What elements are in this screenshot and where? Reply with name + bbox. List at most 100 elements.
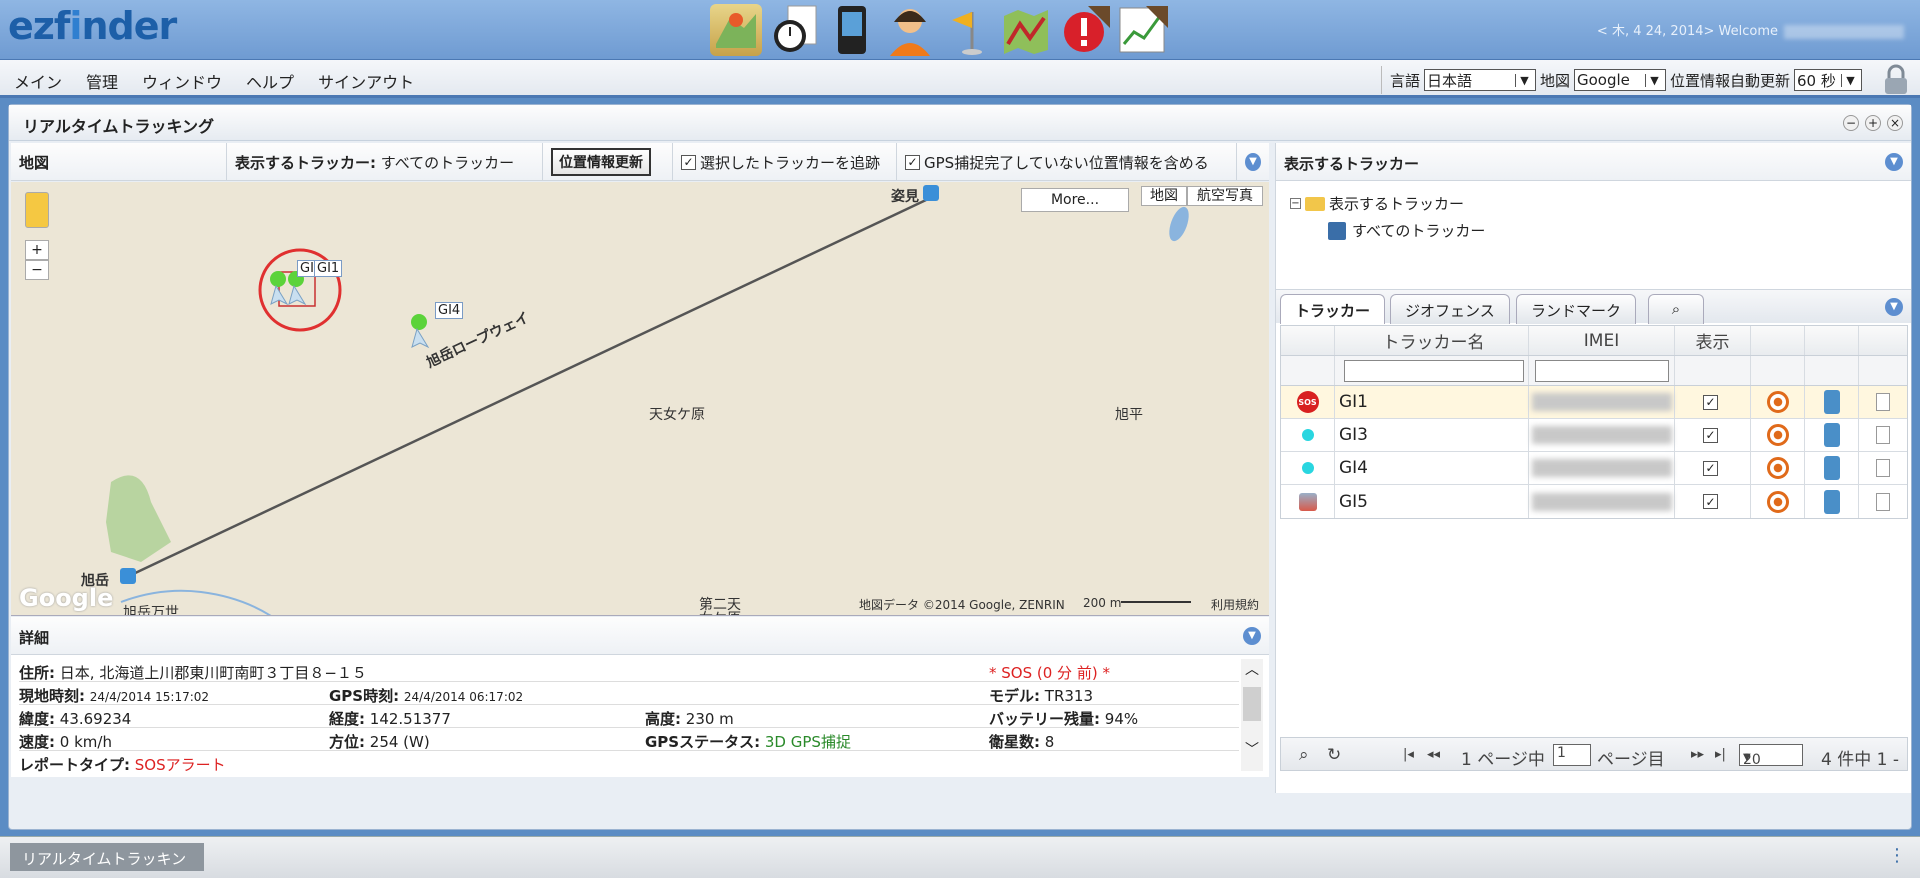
locate-target-icon[interactable] bbox=[1766, 424, 1789, 446]
zoom-in-icon[interactable]: + bbox=[25, 240, 49, 260]
include-gps-checkbox[interactable]: ✓ bbox=[905, 154, 920, 170]
tracker-table: トラッカー名 IMEI 表示 SOS GI1 ✓ GI3 ✓ GI4 ✓ GI5… bbox=[1280, 325, 1908, 519]
person-marker-icon bbox=[411, 327, 430, 349]
search-icon[interactable]: ⌕ bbox=[1648, 294, 1704, 324]
flag-icon[interactable] bbox=[942, 4, 994, 56]
column-imei[interactable]: IMEI bbox=[1529, 326, 1675, 355]
table-row[interactable]: GI4 ✓ bbox=[1281, 452, 1907, 485]
tab-geofence[interactable]: ジオフェンス bbox=[1390, 294, 1510, 324]
more-button[interactable]: More... bbox=[1021, 188, 1129, 212]
preferences: 言語 日本語 ▼ 地図 Google ▼ 位置情報自動更新 60 秒 ▼ bbox=[1380, 66, 1862, 94]
taskbar-menu-icon[interactable]: ⋮ bbox=[1888, 845, 1906, 866]
first-page-icon[interactable]: |◂ bbox=[1403, 747, 1414, 762]
note-icon[interactable] bbox=[1876, 393, 1890, 411]
map-terms-link[interactable]: 利用規約 bbox=[1211, 596, 1259, 613]
close-icon[interactable]: × bbox=[1887, 115, 1903, 131]
taskbar-realtime-tracking-button[interactable]: リアルタイムトラッキン bbox=[10, 843, 204, 871]
show-checkbox[interactable]: ✓ bbox=[1703, 394, 1718, 410]
lock-icon[interactable] bbox=[1882, 64, 1910, 96]
collapse-icon[interactable]: ▼ bbox=[1243, 627, 1261, 645]
locate-target-icon[interactable] bbox=[1766, 490, 1789, 513]
chevron-down-icon: ▼ bbox=[1514, 73, 1533, 87]
google-logo: Google bbox=[19, 584, 114, 612]
show-checkbox[interactable]: ✓ bbox=[1703, 494, 1718, 509]
per-page-select[interactable]: 20 ▼ bbox=[1739, 744, 1803, 768]
note-icon[interactable] bbox=[1876, 426, 1890, 444]
toolbar bbox=[710, 4, 1168, 56]
note-icon[interactable] bbox=[1876, 459, 1890, 477]
tree-child-all-trackers[interactable]: すべてのトラッカー bbox=[1328, 220, 1485, 241]
realtime-tracking-window: リアルタイムトラッキング − + × 地図 表示するトラッカー: すべてのトラッ… bbox=[8, 104, 1912, 830]
user-icon[interactable] bbox=[884, 4, 936, 56]
map-type-map[interactable]: 地図 bbox=[1141, 186, 1187, 206]
device-signal-icon[interactable] bbox=[1823, 456, 1840, 480]
place-sugami: 姿見 bbox=[891, 189, 919, 205]
route-map-icon[interactable] bbox=[1000, 4, 1052, 56]
tab-landmark[interactable]: ランドマーク bbox=[1516, 294, 1637, 324]
stopwatch-icon[interactable] bbox=[768, 4, 820, 56]
report-chart-icon[interactable] bbox=[1116, 4, 1168, 56]
scroll-thumb[interactable] bbox=[1243, 687, 1261, 721]
imei-filter-input[interactable] bbox=[1534, 359, 1669, 382]
device-icon[interactable] bbox=[826, 4, 878, 56]
auto-refresh-select[interactable]: 60 秒 ▼ bbox=[1794, 69, 1862, 91]
next-page-icon[interactable]: ▸▸ bbox=[1691, 747, 1704, 762]
details-scrollbar[interactable]: ︿ ﹀ bbox=[1241, 659, 1263, 771]
update-location-button[interactable]: 位置情報更新 bbox=[551, 148, 651, 176]
map-canvas[interactable]: + − More... 地図 航空写真 姿見 旭岳ロープウェイ 天女ケ原 旭平 … bbox=[11, 182, 1269, 616]
map-provider-select[interactable]: Google ▼ bbox=[1573, 69, 1666, 91]
place-kyokuhei: 旭平 bbox=[1115, 407, 1143, 423]
table-row[interactable]: GI5 ✓ bbox=[1281, 485, 1907, 518]
place-daini-2: 女ケ原 bbox=[699, 608, 741, 615]
last-page-icon[interactable]: ▸| bbox=[1715, 747, 1726, 762]
tracker-marker-gi4[interactable] bbox=[411, 314, 427, 330]
follow-checkbox[interactable]: ✓ bbox=[681, 154, 696, 170]
device-signal-icon[interactable] bbox=[1823, 390, 1840, 414]
menu-main[interactable]: メイン bbox=[14, 69, 62, 93]
locate-target-icon[interactable] bbox=[1766, 391, 1789, 413]
tree-root[interactable]: − 表示するトラッカー bbox=[1290, 193, 1485, 214]
column-show[interactable]: 表示 bbox=[1675, 326, 1751, 355]
pager-search-icon[interactable]: ⌕ bbox=[1299, 745, 1309, 765]
tree-collapse-icon[interactable]: − bbox=[1290, 198, 1301, 209]
collapse-icon[interactable]: ▼ bbox=[1245, 153, 1261, 171]
refresh-icon[interactable]: ↻ bbox=[1327, 745, 1341, 765]
menu-window[interactable]: ウィンドウ bbox=[142, 69, 222, 93]
latitude-value: 43.69234 bbox=[59, 710, 132, 728]
table-row[interactable]: GI3 ✓ bbox=[1281, 419, 1907, 452]
menu-manage[interactable]: 管理 bbox=[86, 69, 118, 93]
menu-signout[interactable]: サインアウト bbox=[318, 69, 414, 93]
street-view-pegman-icon[interactable] bbox=[25, 192, 49, 228]
language-select[interactable]: 日本語 ▼ bbox=[1423, 69, 1536, 91]
locate-target-icon[interactable] bbox=[1766, 457, 1789, 479]
app-logo: ezfinder bbox=[8, 4, 177, 48]
chevron-down-icon[interactable]: ﹀ bbox=[1241, 739, 1263, 759]
device-signal-icon[interactable] bbox=[1823, 489, 1840, 514]
collapse-icon[interactable]: ▼ bbox=[1885, 298, 1903, 316]
show-trackers-value[interactable]: すべてのトラッカー bbox=[381, 152, 514, 173]
column-tracker-name[interactable]: トラッカー名 bbox=[1335, 326, 1529, 355]
table-row[interactable]: SOS GI1 ✓ bbox=[1281, 386, 1907, 419]
prev-page-icon[interactable]: ◂◂ bbox=[1427, 747, 1440, 762]
page-number-input[interactable]: 1 bbox=[1553, 744, 1591, 766]
show-checkbox[interactable]: ✓ bbox=[1703, 460, 1718, 476]
note-icon[interactable] bbox=[1876, 492, 1890, 511]
tab-trackers[interactable]: トラッカー bbox=[1280, 294, 1386, 324]
tracker-name: GI5 bbox=[1335, 485, 1529, 518]
maximize-icon[interactable]: + bbox=[1865, 115, 1881, 131]
tracker-name-filter-input[interactable] bbox=[1343, 359, 1524, 382]
online-status-icon bbox=[1301, 462, 1314, 474]
menu-help[interactable]: ヘルプ bbox=[246, 69, 294, 93]
zoom-out-icon[interactable]: − bbox=[25, 260, 49, 280]
show-checkbox[interactable]: ✓ bbox=[1703, 427, 1718, 443]
map-pin-icon[interactable] bbox=[710, 4, 762, 56]
minimize-icon[interactable]: − bbox=[1843, 115, 1859, 131]
chevron-up-icon[interactable]: ︿ bbox=[1241, 659, 1263, 679]
device-signal-icon[interactable] bbox=[1823, 423, 1840, 447]
alert-icon[interactable] bbox=[1058, 4, 1110, 56]
tracker-marker-gi[interactable] bbox=[270, 271, 286, 287]
satellites-value: 8 bbox=[1044, 733, 1055, 751]
map-type-aerial[interactable]: 航空写真 bbox=[1187, 186, 1263, 206]
chevron-down-icon: ▼ bbox=[1644, 73, 1663, 87]
collapse-icon[interactable]: ▼ bbox=[1885, 153, 1903, 171]
